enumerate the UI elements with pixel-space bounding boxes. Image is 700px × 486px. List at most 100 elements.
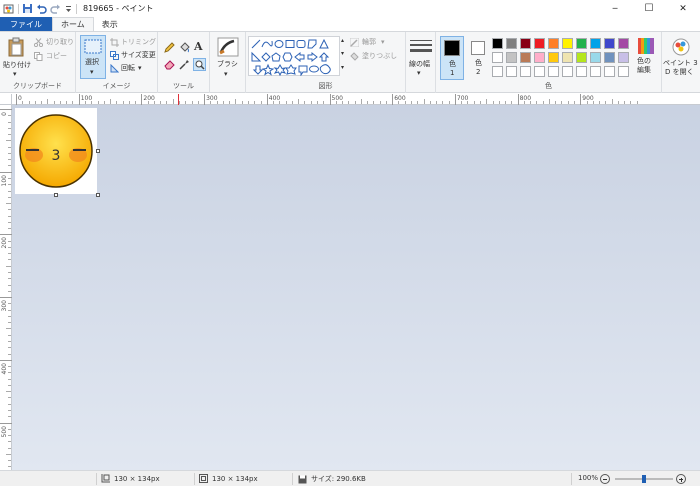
palette-color-swatch[interactable] bbox=[492, 66, 503, 77]
copy-icon bbox=[34, 52, 43, 61]
edit-colors-label-a: 色の bbox=[637, 57, 651, 65]
close-button[interactable]: ✕ bbox=[666, 0, 700, 17]
palette-color-swatch[interactable] bbox=[590, 52, 601, 63]
ruler-label: 300 bbox=[1, 300, 8, 312]
maximize-button[interactable]: ☐ bbox=[632, 0, 666, 17]
palette-color-swatch[interactable] bbox=[520, 52, 531, 63]
rotate-dropdown-icon: ▾ bbox=[138, 64, 142, 72]
zoom-out-button[interactable] bbox=[600, 474, 610, 484]
palette-color-swatch[interactable] bbox=[604, 52, 615, 63]
palette-color-swatch[interactable] bbox=[548, 66, 559, 77]
ruler-minor-tick bbox=[135, 101, 137, 104]
image-canvas[interactable]: 3 bbox=[15, 108, 97, 194]
undo-icon[interactable] bbox=[36, 3, 47, 14]
zoom-slider-thumb[interactable] bbox=[642, 475, 646, 483]
palette-color-swatch[interactable] bbox=[506, 66, 517, 77]
palette-color-swatch[interactable] bbox=[576, 38, 587, 49]
fill-button[interactable]: 塗りつぶし bbox=[350, 51, 404, 62]
rotate-button[interactable]: 回転 ▾ bbox=[110, 63, 156, 74]
fill-bucket-icon[interactable] bbox=[179, 42, 190, 53]
resize-icon bbox=[110, 51, 119, 60]
ruler-minor-tick bbox=[91, 101, 93, 104]
ruler-minor-tick bbox=[8, 372, 11, 374]
magnifier-button[interactable] bbox=[193, 58, 206, 71]
resize-handle-right[interactable] bbox=[96, 149, 100, 153]
cut-button[interactable]: 切り取り bbox=[34, 37, 74, 48]
ruler-minor-tick bbox=[385, 101, 387, 104]
canvas-workspace[interactable]: 3 bbox=[12, 105, 700, 470]
ruler-minor-tick bbox=[323, 101, 325, 104]
pencil-icon[interactable] bbox=[164, 42, 175, 53]
palette-color-swatch[interactable] bbox=[604, 38, 615, 49]
eraser-icon[interactable] bbox=[164, 59, 175, 70]
palette-color-swatch[interactable] bbox=[506, 52, 517, 63]
color1-button[interactable]: 色 1 bbox=[440, 36, 464, 80]
ruler-minor-tick bbox=[8, 152, 11, 154]
zoom-in-button[interactable] bbox=[676, 474, 686, 484]
palette-color-swatch[interactable] bbox=[618, 66, 629, 77]
shapes-gallery[interactable] bbox=[248, 36, 340, 76]
select-button[interactable]: 選択 ▾ bbox=[80, 35, 106, 79]
palette-color-swatch[interactable] bbox=[548, 38, 559, 49]
color2-label-b: 2 bbox=[476, 68, 481, 76]
resize-handle-corner[interactable] bbox=[96, 193, 100, 197]
zoom-slider[interactable] bbox=[615, 475, 673, 483]
ruler-minor-tick bbox=[8, 115, 11, 117]
copy-button[interactable]: コピー bbox=[34, 51, 74, 62]
color-picker-icon[interactable] bbox=[179, 59, 190, 70]
customize-quick-access-icon[interactable] bbox=[64, 3, 73, 14]
palette-color-swatch[interactable] bbox=[534, 38, 545, 49]
brushes-group: ブラシ ▾ bbox=[210, 32, 246, 93]
ruler-minor-tick bbox=[316, 101, 318, 104]
text-tool-icon[interactable]: A bbox=[194, 41, 203, 53]
palette-color-swatch[interactable] bbox=[604, 66, 615, 77]
edit-colors-button[interactable]: 色の 編集 bbox=[632, 36, 660, 80]
shapes-scroll[interactable]: ▴ ▾ ▾ bbox=[341, 36, 348, 76]
size-button[interactable]: 線の幅 ▾ bbox=[407, 36, 435, 80]
paste-dropdown-icon: ▾ bbox=[13, 70, 17, 78]
resize-handle-bottom[interactable] bbox=[54, 193, 58, 197]
ruler-minor-tick bbox=[8, 340, 11, 342]
status-separator bbox=[571, 473, 572, 485]
open-paint3d-button[interactable]: ペイント 3 D を開く bbox=[663, 36, 699, 80]
tab-view[interactable]: 表示 bbox=[94, 17, 126, 31]
palette-color-swatch[interactable] bbox=[548, 52, 559, 63]
ruler-minor-tick bbox=[498, 101, 500, 104]
palette-color-swatch[interactable] bbox=[576, 52, 587, 63]
palette-color-swatch[interactable] bbox=[492, 52, 503, 63]
tools-group-label: ツール bbox=[173, 82, 194, 90]
palette-color-swatch[interactable] bbox=[618, 52, 629, 63]
palette-color-swatch[interactable] bbox=[520, 66, 531, 77]
palette-color-swatch[interactable] bbox=[492, 38, 503, 49]
ruler-minor-tick bbox=[147, 101, 149, 104]
color1-label-b: 1 bbox=[450, 69, 455, 77]
crop-button[interactable]: トリミング bbox=[110, 37, 156, 48]
tab-home[interactable]: ホーム bbox=[52, 17, 94, 31]
palette-color-swatch[interactable] bbox=[562, 66, 573, 77]
palette-color-swatch[interactable] bbox=[590, 66, 601, 77]
save-icon[interactable] bbox=[22, 3, 33, 14]
resize-button[interactable]: サイズ変更 bbox=[110, 50, 156, 61]
ruler-minor-tick bbox=[548, 99, 550, 104]
brushes-button[interactable]: ブラシ ▾ bbox=[214, 35, 242, 81]
palette-color-swatch[interactable] bbox=[618, 38, 629, 49]
palette-color-swatch[interactable] bbox=[534, 66, 545, 77]
ruler-minor-tick bbox=[530, 101, 532, 104]
palette-color-swatch[interactable] bbox=[590, 38, 601, 49]
palette-color-swatch[interactable] bbox=[562, 52, 573, 63]
minimize-button[interactable]: ─ bbox=[598, 0, 632, 17]
paste-button[interactable]: 貼り付け ▾ bbox=[2, 35, 31, 78]
palette-color-swatch[interactable] bbox=[576, 66, 587, 77]
palette-color-swatch[interactable] bbox=[520, 38, 531, 49]
palette-color-swatch[interactable] bbox=[562, 38, 573, 49]
ruler-minor-tick bbox=[8, 190, 11, 192]
outline-button[interactable]: 輪郭 ▾ bbox=[350, 37, 404, 48]
size-dropdown-icon: ▾ bbox=[417, 69, 421, 77]
redo-icon[interactable] bbox=[50, 3, 61, 14]
tab-file[interactable]: ファイル bbox=[0, 17, 52, 31]
fill-label: 塗りつぶし bbox=[362, 52, 398, 60]
ruler-minor-tick bbox=[473, 101, 475, 104]
palette-color-swatch[interactable] bbox=[534, 52, 545, 63]
color2-button[interactable]: 色 2 bbox=[467, 36, 491, 80]
palette-color-swatch[interactable] bbox=[506, 38, 517, 49]
